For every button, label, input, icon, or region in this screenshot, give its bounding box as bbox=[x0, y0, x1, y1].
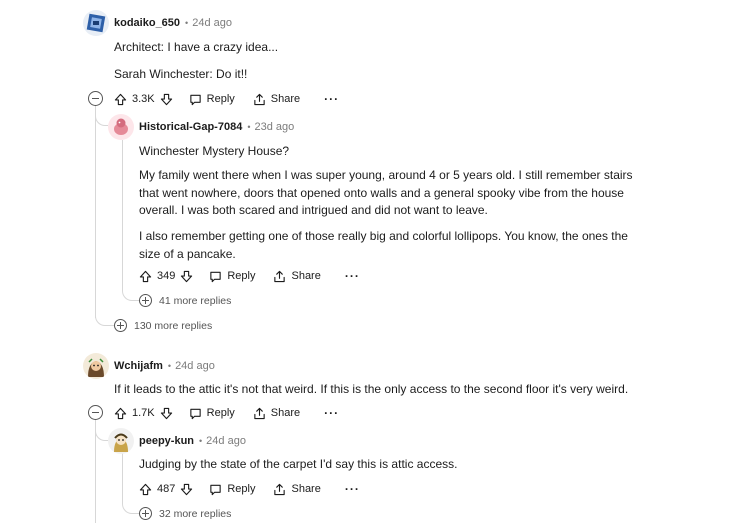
share-icon bbox=[253, 407, 266, 420]
reply-button[interactable]: Reply bbox=[189, 93, 235, 106]
thread-line-curve bbox=[122, 280, 140, 301]
username[interactable]: Wchijafm bbox=[114, 360, 163, 372]
vote-count: 1.7K bbox=[132, 407, 155, 419]
avatar[interactable] bbox=[108, 114, 134, 140]
share-button[interactable]: Share bbox=[253, 93, 300, 106]
thread-line-curve bbox=[95, 105, 108, 126]
vote-control: 3.3K bbox=[114, 93, 173, 106]
plus-circle-icon bbox=[139, 294, 152, 307]
avatar[interactable] bbox=[108, 428, 134, 454]
username[interactable]: Historical-Gap-7084 bbox=[139, 121, 242, 133]
comment-actions: 487 Reply Share ··· bbox=[139, 479, 360, 499]
reply-button[interactable]: Reply bbox=[209, 483, 255, 496]
comment-meta: kodaiko_650 • 24d ago bbox=[114, 17, 232, 29]
avatar[interactable] bbox=[83, 10, 109, 36]
comment-actions: 349 Reply Share ··· bbox=[139, 266, 360, 286]
more-options-icon[interactable]: ··· bbox=[345, 482, 360, 496]
downvote-icon[interactable] bbox=[180, 483, 193, 496]
more-options-icon[interactable]: ··· bbox=[324, 406, 339, 420]
thread-line-curve bbox=[95, 300, 114, 326]
upvote-icon[interactable] bbox=[114, 93, 127, 106]
share-button[interactable]: Share bbox=[273, 270, 321, 283]
comment-text: Winchester Mystery House? bbox=[139, 144, 290, 158]
collapse-thread-button[interactable] bbox=[88, 405, 103, 420]
comment-actions: 1.7K Reply Share ··· bbox=[114, 403, 339, 423]
vote-count: 3.3K bbox=[132, 93, 155, 105]
vote-control: 349 bbox=[139, 270, 193, 283]
upvote-icon[interactable] bbox=[139, 483, 152, 496]
share-icon bbox=[273, 483, 286, 496]
avatar[interactable] bbox=[83, 353, 109, 379]
comment-text: If it leads to the attic it's not that w… bbox=[114, 382, 629, 396]
comment-text: Judging by the state of the carpet I'd s… bbox=[139, 457, 458, 471]
plus-circle-icon bbox=[114, 319, 127, 332]
downvote-icon[interactable] bbox=[160, 407, 173, 420]
thread-line-curve bbox=[95, 420, 108, 441]
username[interactable]: peepy-kun bbox=[139, 435, 194, 447]
vote-count: 349 bbox=[157, 270, 176, 282]
collapse-thread-button[interactable] bbox=[88, 91, 103, 106]
reply-button[interactable]: Reply bbox=[189, 407, 235, 420]
comment-meta: Wchijafm • 24d ago bbox=[114, 360, 215, 372]
comment-icon bbox=[189, 407, 202, 420]
more-replies-link[interactable]: 41 more replies bbox=[139, 294, 231, 307]
share-button[interactable]: Share bbox=[273, 483, 321, 496]
share-icon bbox=[253, 93, 266, 106]
thread-line bbox=[122, 140, 123, 290]
comment-text: Architect: I have a crazy idea... bbox=[114, 40, 279, 54]
more-options-icon[interactable]: ··· bbox=[324, 92, 339, 106]
share-icon bbox=[273, 270, 286, 283]
upvote-icon[interactable] bbox=[114, 407, 127, 420]
comment-icon bbox=[209, 270, 222, 283]
vote-control: 1.7K bbox=[114, 407, 173, 420]
comment-icon bbox=[189, 93, 202, 106]
more-replies-link[interactable]: 130 more replies bbox=[114, 319, 212, 332]
comment-text: My family went there when I was super yo… bbox=[139, 168, 633, 217]
timestamp[interactable]: 24d ago bbox=[206, 435, 246, 447]
more-replies-link[interactable]: 32 more replies bbox=[139, 507, 231, 520]
comment-actions: 3.3K Reply Share ··· bbox=[114, 89, 339, 109]
timestamp[interactable]: 24d ago bbox=[192, 17, 232, 29]
reply-button[interactable]: Reply bbox=[209, 270, 255, 283]
timestamp[interactable]: 23d ago bbox=[254, 121, 294, 133]
share-button[interactable]: Share bbox=[253, 407, 300, 420]
timestamp[interactable]: 24d ago bbox=[175, 360, 215, 372]
more-options-icon[interactable]: ··· bbox=[345, 269, 360, 283]
comment-meta: Historical-Gap-7084 • 23d ago bbox=[139, 121, 295, 133]
vote-control: 487 bbox=[139, 483, 193, 496]
thread-line-curve bbox=[122, 493, 140, 514]
comment-text: Sarah Winchester: Do it!! bbox=[114, 67, 248, 81]
plus-circle-icon bbox=[139, 507, 152, 520]
thread-line bbox=[95, 108, 96, 318]
vote-count: 487 bbox=[157, 483, 176, 495]
comment-meta: peepy-kun • 24d ago bbox=[139, 435, 246, 447]
username[interactable]: kodaiko_650 bbox=[114, 17, 180, 29]
comment-icon bbox=[209, 483, 222, 496]
downvote-icon[interactable] bbox=[180, 270, 193, 283]
upvote-icon[interactable] bbox=[139, 270, 152, 283]
comment-text: I also remember getting one of those rea… bbox=[139, 229, 628, 261]
downvote-icon[interactable] bbox=[160, 93, 173, 106]
